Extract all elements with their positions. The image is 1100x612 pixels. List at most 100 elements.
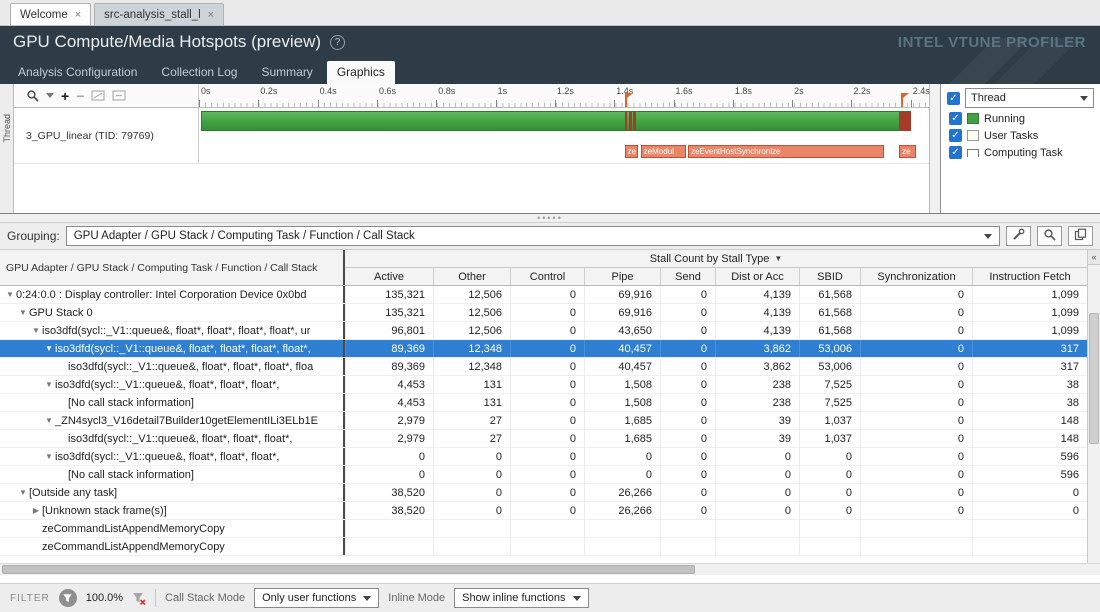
doc-tab[interactable]: src-analysis_stall_l× xyxy=(94,3,224,25)
thread-track[interactable]: zezeModulzeEventHostSynchronizeze xyxy=(199,108,929,163)
grid-row[interactable]: [No call stack information]00000000596 xyxy=(0,466,1087,484)
column-header-active[interactable]: Active xyxy=(345,268,433,285)
legend-checkbox[interactable]: ✓ xyxy=(949,129,962,142)
expander-icon[interactable]: ▼ xyxy=(4,290,16,299)
thread-row-label[interactable]: 3_GPU_linear (TID: 79769) xyxy=(14,108,199,163)
grid-row[interactable]: iso3dfd(sycl::_V1::queue&, float*, float… xyxy=(0,430,1087,448)
legend-checkbox[interactable]: ✓ xyxy=(949,112,962,125)
grid-vertical-scrollbar[interactable] xyxy=(1088,265,1100,563)
value-cell: 0 xyxy=(660,430,715,447)
reset-zoom-icon[interactable] xyxy=(112,88,126,104)
tab-graphics[interactable]: Graphics xyxy=(327,61,395,84)
zoom-mode-icon[interactable] xyxy=(26,88,39,104)
value-cell xyxy=(345,538,433,555)
tree-cell: ▶[Unknown stack frame(s)] xyxy=(0,502,345,519)
tab-close-icon[interactable]: × xyxy=(75,9,81,21)
search-button[interactable] xyxy=(1037,226,1062,246)
doc-tab[interactable]: Welcome× xyxy=(10,3,91,25)
column-header-control[interactable]: Control xyxy=(510,268,584,285)
copy-rows-button[interactable] xyxy=(1068,226,1093,246)
grid-row[interactable]: ▼iso3dfd(sycl::_V1::queue&, float*, floa… xyxy=(0,322,1087,340)
customize-grouping-button[interactable] xyxy=(1006,226,1031,246)
expander-icon[interactable]: ▼ xyxy=(43,380,55,389)
value-cell: 1,508 xyxy=(584,394,660,411)
value-cell xyxy=(660,520,715,537)
remove-filter-button[interactable] xyxy=(132,590,146,606)
zoom-mode-caret-icon[interactable] xyxy=(46,93,54,98)
column-header-pipe[interactable]: Pipe xyxy=(584,268,660,285)
stall-mark xyxy=(629,112,632,131)
column-header-synchronization[interactable]: Synchronization xyxy=(860,268,972,285)
expander-icon[interactable]: ▶ xyxy=(30,506,42,515)
column-header-dist-or-acc[interactable]: Dist or Acc xyxy=(715,268,799,285)
tab-close-icon[interactable]: × xyxy=(208,9,214,21)
grid-vertical-scrollbar-thumb[interactable] xyxy=(1089,313,1099,444)
collapse-columns-button[interactable]: « xyxy=(1088,250,1100,265)
column-header-instruction-fetch[interactable]: Instruction Fetch xyxy=(972,268,1087,285)
api-task-chip[interactable]: zeEventHostSynchronize xyxy=(688,145,884,158)
tree-cell: zeCommandListAppendMemoryCopy xyxy=(0,520,345,537)
value-cell: 0 xyxy=(510,286,584,303)
grid-row[interactable]: ▶[Unknown stack frame(s)]38,5200026,2660… xyxy=(0,502,1087,520)
zoom-in-icon[interactable]: + xyxy=(61,88,69,104)
help-icon[interactable]: ? xyxy=(330,35,345,50)
zoom-region-icon[interactable] xyxy=(91,88,105,104)
grid-row[interactable]: zeCommandListAppendMemoryCopy xyxy=(0,538,1087,556)
inline-mode-select[interactable]: Show inline functions xyxy=(454,588,588,608)
column-header-send[interactable]: Send xyxy=(660,268,715,285)
grid-row[interactable]: iso3dfd(sycl::_V1::queue&, float*, float… xyxy=(0,358,1087,376)
expander-icon[interactable]: ▼ xyxy=(17,488,29,497)
expander-icon[interactable]: ▼ xyxy=(43,344,55,353)
legend-checkbox[interactable]: ✓ xyxy=(949,146,962,159)
grid-horizontal-scrollbar-thumb[interactable] xyxy=(2,565,695,574)
grid-horizontal-scrollbar[interactable] xyxy=(0,563,1100,575)
zoom-out-icon[interactable]: − xyxy=(76,88,84,104)
tab-analysis-configuration[interactable]: Analysis Configuration xyxy=(8,61,147,84)
value-cell: 0 xyxy=(860,412,972,429)
timeline-scrollbar[interactable] xyxy=(929,84,940,213)
grid-row[interactable]: ▼[Outside any task]38,5200026,26600000 xyxy=(0,484,1087,502)
value-cell: 0 xyxy=(584,466,660,483)
tab-summary[interactable]: Summary xyxy=(251,61,322,84)
value-cell: 7,525 xyxy=(799,394,860,411)
value-cell: 12,506 xyxy=(433,322,510,339)
value-cell: 131 xyxy=(433,394,510,411)
group-column-header[interactable]: Stall Count by Stall Type ▼ xyxy=(345,250,1087,268)
value-cell: 0 xyxy=(660,466,715,483)
grid-row[interactable]: [No call stack information]4,45313101,50… xyxy=(0,394,1087,412)
api-task-chip[interactable]: zeModul xyxy=(641,145,686,158)
grid-row[interactable]: ▼iso3dfd(sycl::_V1::queue&, float*, floa… xyxy=(0,376,1087,394)
grid-row[interactable]: ▼GPU Stack 0135,32112,506069,91604,13961… xyxy=(0,304,1087,322)
expander-icon[interactable]: ▼ xyxy=(43,416,55,425)
ruler-track[interactable]: 0s0.2s0.4s0.6s0.8s1s1.2s1.4s1.6s1.8s2s2.… xyxy=(199,84,929,107)
api-task-chip[interactable]: ze xyxy=(899,145,916,158)
grid-row[interactable]: ▼iso3dfd(sycl::_V1::queue&, float*, floa… xyxy=(0,448,1087,466)
value-cell: 1,685 xyxy=(584,412,660,429)
value-cell: 0 xyxy=(860,502,972,519)
grid-row[interactable]: ▼0:24:0.0 : Display controller: Intel Co… xyxy=(0,286,1087,304)
grid-row[interactable]: ▼iso3dfd(sycl::_V1::queue&, float*, floa… xyxy=(0,340,1087,358)
tab-collection-log[interactable]: Collection Log xyxy=(151,61,247,84)
grid-row[interactable]: ▼_ZN4sycl3_V16detail7Builder10getElement… xyxy=(0,412,1087,430)
grid-row[interactable]: zeCommandListAppendMemoryCopy xyxy=(0,520,1087,538)
panel-splitter[interactable]: ••••• xyxy=(0,214,1100,223)
value-cell: 0 xyxy=(715,466,799,483)
grouping-select[interactable]: GPU Adapter / GPU Stack / Computing Task… xyxy=(66,226,1000,246)
api-task-chip[interactable]: ze xyxy=(625,145,639,158)
value-cell: 0 xyxy=(972,502,1087,519)
column-header-sbid[interactable]: SBID xyxy=(799,268,860,285)
tree-column-header[interactable]: GPU Adapter / GPU Stack / Computing Task… xyxy=(0,250,345,285)
call-stack-mode-select[interactable]: Only user functions xyxy=(254,588,379,608)
expander-icon[interactable]: ▼ xyxy=(43,452,55,461)
tree-cell-label: iso3dfd(sycl::_V1::queue&, float*, float… xyxy=(55,379,279,391)
grouping-select-value: GPU Adapter / GPU Stack / Computing Task… xyxy=(74,230,415,242)
expander-icon[interactable]: ▼ xyxy=(17,308,29,317)
thread-band-checkbox[interactable]: ✓ xyxy=(947,92,960,105)
value-cell: 0 xyxy=(715,502,799,519)
legend-band-select[interactable]: Thread xyxy=(965,88,1094,108)
stall-mark xyxy=(899,112,911,131)
expander-icon[interactable]: ▼ xyxy=(30,326,42,335)
value-cell xyxy=(715,520,799,537)
filter-funnel-badge[interactable] xyxy=(59,589,77,607)
column-header-other[interactable]: Other xyxy=(433,268,510,285)
